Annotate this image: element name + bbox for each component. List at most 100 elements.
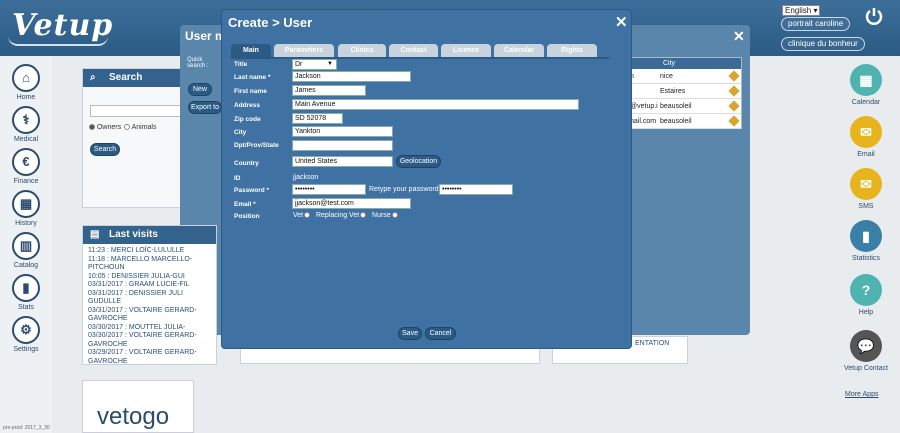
app-vetup-contact[interactable]: 💬 Vetup Contact xyxy=(836,330,896,372)
table-row[interactable]: Estaires xyxy=(628,84,741,99)
tab-clinics[interactable]: Clinics xyxy=(338,44,386,57)
app-help[interactable]: ? Help xyxy=(836,274,896,316)
edit-pencil-icon[interactable] xyxy=(728,70,740,82)
new-button[interactable]: New xyxy=(188,83,212,96)
statistics-icon: ▮ xyxy=(850,220,882,252)
visit-item[interactable]: 03/30/2017 : VOLTAIRE GERARD- xyxy=(88,332,211,341)
nav-history[interactable]: ▦ History xyxy=(0,190,52,227)
power-icon[interactable] xyxy=(864,6,884,26)
vetogo-logo[interactable]: vetogo xyxy=(82,380,194,433)
title-select[interactable]: Dr ▼ xyxy=(292,59,337,70)
position-options: Vet Replacing Vet Nurse xyxy=(293,212,398,219)
edit-pencil-icon[interactable] xyxy=(728,100,740,112)
visit-item[interactable]: 03/31/2017 : GRAAM LUCIE-FIL xyxy=(88,281,211,290)
visit-item[interactable]: 03/29/2017 : VOLTAIRE GERARD- xyxy=(88,349,211,358)
language-select[interactable]: English ▾ xyxy=(782,5,820,16)
app-contact-label: Vetup Contact xyxy=(844,365,888,372)
app-email[interactable]: ✉ Email xyxy=(836,116,896,158)
visit-item[interactable]: 03/31/2017 : VOLTAIRE GERARD- xyxy=(88,307,211,316)
nurse-radio[interactable] xyxy=(391,212,398,219)
nav-settings-label: Settings xyxy=(13,346,39,353)
city-field[interactable]: Yankton xyxy=(292,126,393,137)
row-email: @vetup.i xyxy=(630,103,658,110)
edit-pencil-icon[interactable] xyxy=(728,85,740,97)
zip-field[interactable]: SD 52078 xyxy=(292,113,343,124)
nav-medical[interactable]: ⚕ Medical xyxy=(0,106,52,143)
vet-radio[interactable] xyxy=(304,212,311,219)
vet-label: Vet xyxy=(293,212,304,219)
edit-pencil-icon[interactable] xyxy=(728,115,740,127)
cancel-button[interactable]: Cancel xyxy=(425,327,456,340)
bg-close-icon[interactable]: ✕ xyxy=(733,28,745,45)
table-row[interactable]: nail.com beausoleil xyxy=(628,114,741,129)
app-sms[interactable]: ✉ SMS xyxy=(836,168,896,210)
visit-item[interactable]: GUDULLE xyxy=(88,298,211,307)
nav-catalog[interactable]: ▥ Catalog xyxy=(0,232,52,269)
visit-item[interactable]: GAVROCHE xyxy=(88,315,211,324)
visit-item[interactable]: GAVROCHE xyxy=(88,358,211,367)
help-icon: ? xyxy=(850,274,882,306)
nav-finance[interactable]: € Finance xyxy=(0,148,52,185)
export-button[interactable]: Export to xyxy=(188,101,222,114)
close-icon[interactable]: ✕ xyxy=(615,13,628,31)
nav-finance-label: Finance xyxy=(13,178,39,185)
app-calendar[interactable]: ▦ Calendar xyxy=(836,64,896,106)
visit-item[interactable]: 11:23 : MERCI LOÏC-LULULLE xyxy=(88,247,211,256)
country-field[interactable]: United States xyxy=(292,156,393,167)
table-row[interactable]: @vetup.i beausoleil xyxy=(628,99,741,114)
more-apps-link[interactable]: More Apps xyxy=(845,391,878,398)
nav-stats[interactable]: ▮ Stats xyxy=(0,274,52,311)
tab-parameters[interactable]: Parameters xyxy=(274,44,334,57)
retype-password-field[interactable]: •••••••• xyxy=(439,184,513,195)
search-icon: ⌕ xyxy=(90,72,96,83)
home-icon: ⌂ xyxy=(12,64,40,92)
email-field[interactable]: jjackson@test.com xyxy=(292,198,411,209)
version-label: pre-prod: 2017_3_30 xyxy=(3,425,50,431)
replacing-vet-radio[interactable] xyxy=(360,212,367,219)
address-field[interactable]: Main Avenue xyxy=(292,99,579,110)
nav-home[interactable]: ⌂ Home xyxy=(0,64,52,101)
visit-item[interactable]: 03/31/2017 : DENISSIER JULI xyxy=(88,290,211,299)
visit-item[interactable]: PITCHOUN xyxy=(88,264,211,273)
row-city: beausoleil xyxy=(660,103,692,110)
nav-home-label: Home xyxy=(16,94,36,101)
catalog-icon: ▥ xyxy=(12,232,40,260)
left-sidebar: ⌂ Home ⚕ Medical € Finance ▦ History ▥ C… xyxy=(0,56,52,433)
visit-item[interactable]: 11:18 : MARCELLO MARCELLO- xyxy=(88,256,211,265)
tab-contact[interactable]: Contact xyxy=(389,44,438,57)
visit-item[interactable]: GAVROCHE xyxy=(88,341,211,350)
city-label: City xyxy=(234,129,247,136)
users-table: City n nice Estaires @vetup.i beausoleil… xyxy=(627,57,742,129)
visit-item[interactable]: 10:05 : DENISSIER JULIA-GUI xyxy=(88,273,211,282)
logo-swoosh xyxy=(8,36,108,46)
search-button[interactable]: Search xyxy=(90,143,120,156)
app-statistics[interactable]: ▮ Statistics xyxy=(836,220,896,262)
tab-rights[interactable]: Rights xyxy=(547,44,597,57)
geolocation-button[interactable]: Geolocation xyxy=(396,155,441,168)
dpt-field[interactable] xyxy=(292,140,393,151)
animals-radio[interactable] xyxy=(124,124,131,131)
nav-catalog-label: Catalog xyxy=(13,262,39,269)
position-label: Position xyxy=(234,213,260,220)
tab-underline xyxy=(231,57,609,59)
save-button[interactable]: Save xyxy=(398,327,422,340)
owners-radio[interactable] xyxy=(89,124,95,131)
first-name-field[interactable]: James xyxy=(292,85,366,96)
app-sms-label: SMS xyxy=(858,203,874,210)
title-label: Title xyxy=(234,61,248,68)
clinic-pill[interactable]: clinique du bonheur xyxy=(781,37,865,51)
last-name-label: Last name * xyxy=(234,74,271,81)
right-sidebar: ▦ Calendar ✉ Email ✉ SMS ▮ Statistics ? … xyxy=(836,56,900,433)
language-label: English xyxy=(785,6,812,15)
tab-main[interactable]: Main xyxy=(231,44,271,57)
nav-settings[interactable]: ⚙ Settings xyxy=(0,316,52,353)
table-row[interactable]: n nice xyxy=(628,69,741,84)
visit-item[interactable]: 03/30/2017 : MOUTTEL JULIA- xyxy=(88,324,211,333)
password-field[interactable]: •••••••• xyxy=(292,184,366,195)
tab-calendar[interactable]: Calendar xyxy=(494,44,544,57)
tab-licence[interactable]: Licence xyxy=(441,44,491,57)
caret-down-icon: ▼ xyxy=(327,61,333,67)
dpt-label: Dpt/Prov/State xyxy=(234,142,279,149)
last-name-field[interactable]: Jackson xyxy=(292,71,411,82)
user-pill[interactable]: portrait caroline xyxy=(781,17,851,31)
